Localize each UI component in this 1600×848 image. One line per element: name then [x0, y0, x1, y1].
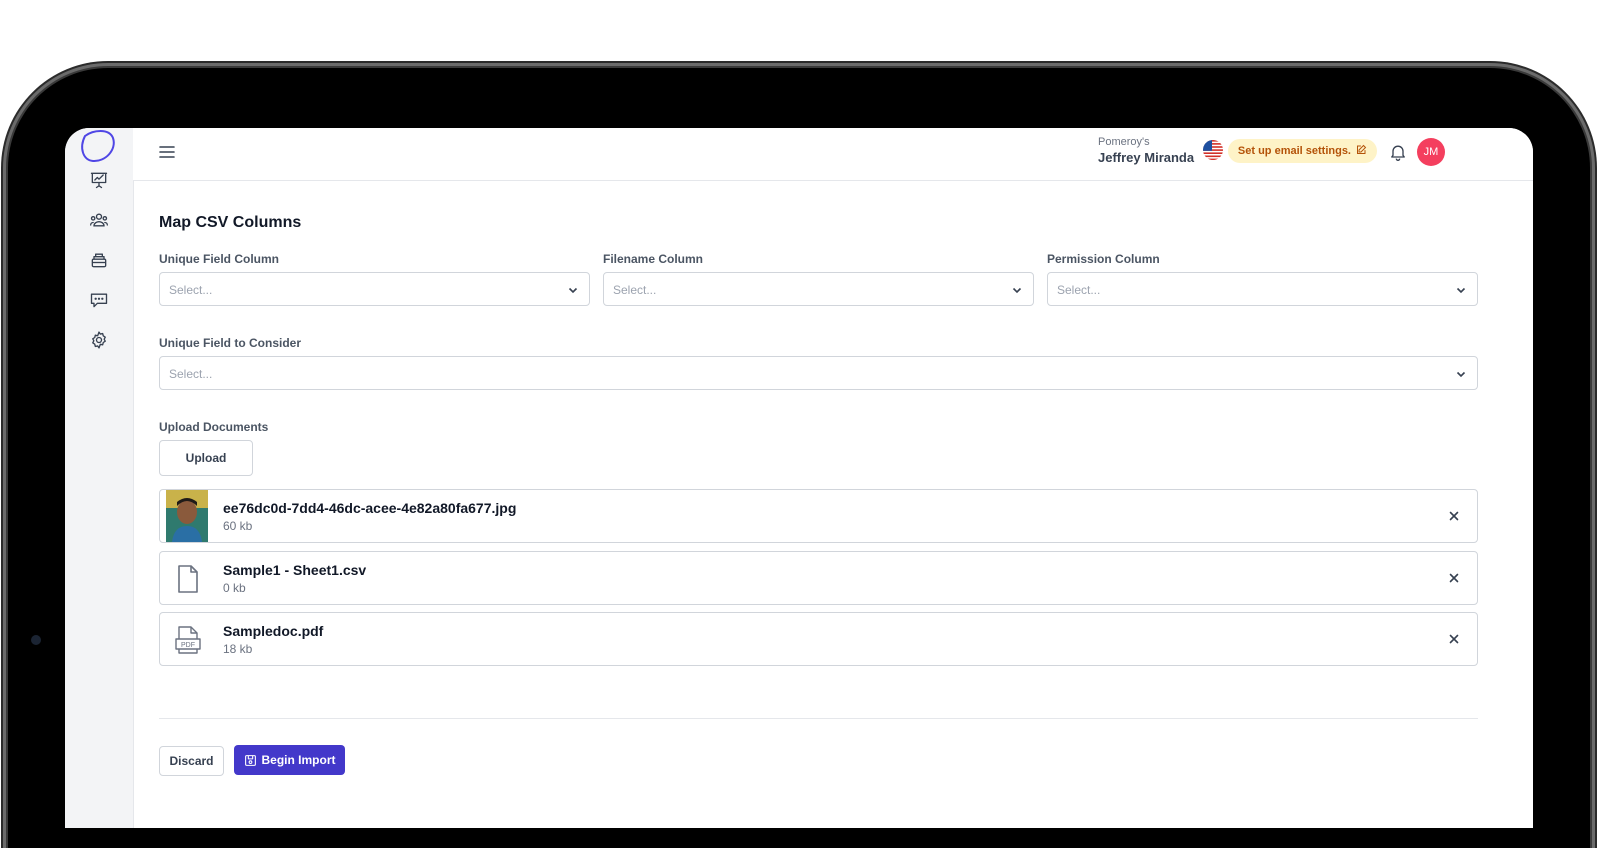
chevron-down-icon [1012, 287, 1022, 294]
file-size: 18 kb [223, 642, 253, 656]
select-placeholder: Select... [613, 283, 657, 297]
unique-field-to-consider-select[interactable]: Select... [159, 356, 1478, 390]
file-size: 0 kb [223, 581, 246, 595]
hamburger-menu-icon[interactable] [157, 142, 177, 162]
user-organization: Pomeroy's [1098, 136, 1150, 148]
file-size: 60 kb [223, 519, 253, 533]
logo-icon[interactable] [79, 128, 117, 164]
archive-stack-icon[interactable] [87, 248, 111, 272]
edit-icon [1355, 144, 1367, 159]
discard-button[interactable]: Discard [159, 746, 224, 776]
us-flag-icon[interactable] [1203, 140, 1223, 160]
chevron-down-icon [1456, 287, 1466, 294]
close-icon[interactable] [1447, 571, 1461, 585]
email-settings-label: Set up email settings. [1237, 145, 1351, 157]
presentation-chart-icon[interactable] [87, 168, 111, 192]
filename-column-select[interactable]: Select... [603, 272, 1034, 306]
document-icon [178, 565, 198, 593]
import-icon [244, 754, 256, 766]
user-avatar[interactable]: JM [1417, 138, 1445, 166]
users-group-icon[interactable] [87, 208, 111, 232]
settings-gear-icon[interactable] [87, 328, 111, 352]
unique-field-column-select[interactable]: Select... [159, 272, 590, 306]
upload-button[interactable]: Upload [159, 440, 253, 476]
chat-bubble-icon[interactable] [87, 288, 111, 312]
begin-import-label: Begin Import [261, 753, 336, 767]
pdf-file-icon: PDF [175, 626, 201, 654]
filename-column-label: Filename Column [603, 252, 704, 266]
file-item: Sample1 - Sheet1.csv 0 kb [159, 551, 1478, 605]
main-content: Map CSV Columns Unique Field Column Sele… [133, 180, 1533, 828]
notification-bell-icon[interactable] [1388, 142, 1408, 162]
select-placeholder: Select... [1057, 283, 1101, 297]
select-placeholder: Select... [169, 283, 213, 297]
close-icon[interactable] [1447, 509, 1461, 523]
close-icon[interactable] [1447, 632, 1461, 646]
sidebar [65, 128, 134, 828]
file-item: ee76dc0d-7dd4-46dc-acee-4e82a80fa677.jpg… [159, 489, 1478, 543]
select-placeholder: Select... [169, 367, 213, 381]
file-image-thumbnail [166, 490, 208, 542]
file-name: Sampledoc.pdf [223, 623, 324, 639]
unique-field-column-label: Unique Field Column [159, 252, 279, 266]
divider [159, 718, 1478, 719]
chevron-down-icon [1456, 371, 1466, 378]
svg-text:PDF: PDF [181, 642, 195, 649]
unique-field-to-consider-label: Unique Field to Consider [159, 336, 302, 350]
top-bar: Set up email settings. JM [133, 128, 1533, 181]
email-settings-button[interactable]: Set up email settings. [1227, 139, 1377, 163]
permission-column-select[interactable]: Select... [1047, 272, 1478, 306]
begin-import-button[interactable]: Begin Import [234, 745, 345, 775]
file-name: Sample1 - Sheet1.csv [223, 562, 367, 578]
app-screen: Set up email settings. JM Pomeroy's Jeff… [65, 128, 1533, 828]
permission-column-label: Permission Column [1047, 252, 1160, 266]
tablet-camera [31, 635, 41, 645]
upload-documents-label: Upload Documents [159, 420, 269, 434]
chevron-down-icon [568, 287, 578, 294]
page-title: Map CSV Columns [159, 214, 302, 231]
file-item: PDF Sampledoc.pdf 18 kb [159, 612, 1478, 666]
user-name[interactable]: Jeffrey Miranda [1098, 150, 1194, 165]
file-name: ee76dc0d-7dd4-46dc-acee-4e82a80fa677.jpg [223, 500, 517, 516]
